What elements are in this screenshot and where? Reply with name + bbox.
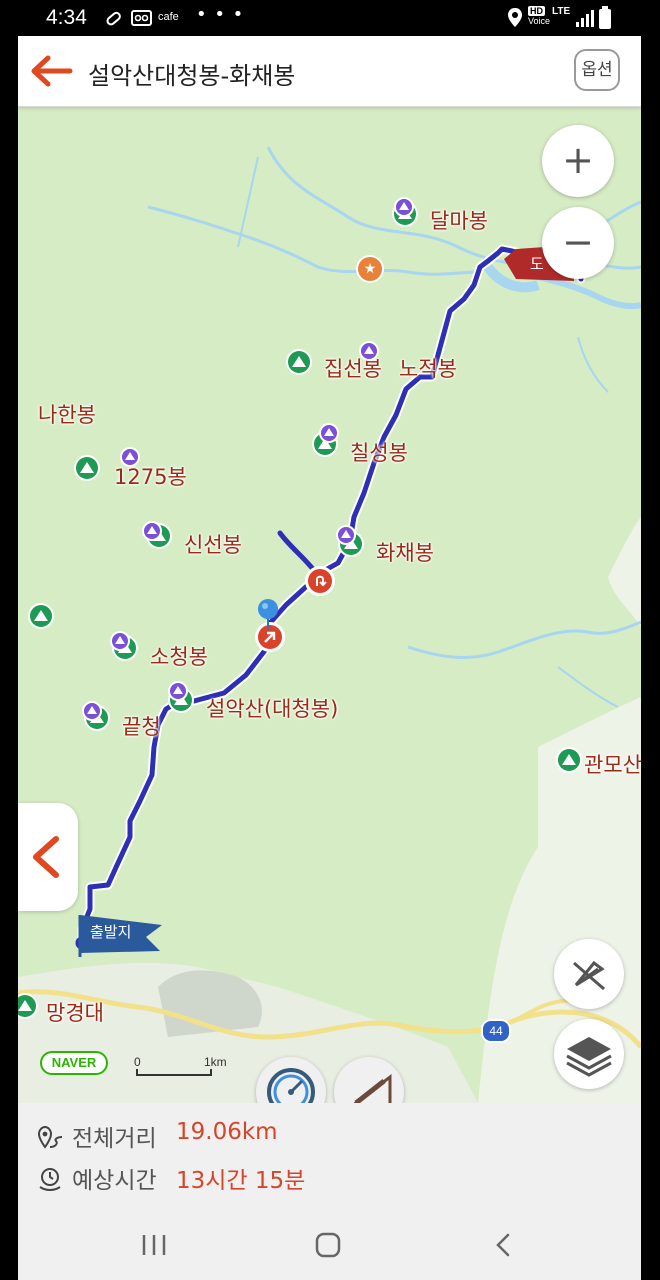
zoom-out-button[interactable]: − <box>542 207 614 279</box>
u-turn-icon <box>316 575 327 587</box>
start-flag-label: 출발지 <box>90 923 132 941</box>
peak-label[interactable]: 끝청 <box>122 711 161 741</box>
current-location-pin-icon[interactable] <box>256 597 280 631</box>
scale-end-label: 1km <box>204 1055 227 1069</box>
side-panel-toggle[interactable] <box>18 803 78 911</box>
system-back-button[interactable] <box>484 1229 524 1261</box>
pill-icon <box>106 11 121 26</box>
peak-label[interactable]: 망경대 <box>46 997 104 1027</box>
peak-marker-icon <box>361 343 377 359</box>
peak-icon[interactable] <box>558 749 580 771</box>
peak-label[interactable]: 노적봉 <box>399 353 457 383</box>
trail-map[interactable]: 달마봉 ★ 집선봉 노적봉 나한봉 칠성봉 1275봉 신선봉 화채봉 소청봉 … <box>18 107 641 1103</box>
route-summary-panel: 전체거리 19.06km 예상시간 13시간 15분 <box>18 1103 641 1209</box>
cafe-notification: cafe <box>158 11 179 23</box>
voicemail-icon <box>131 10 152 26</box>
scale-bar <box>136 1069 212 1076</box>
peak-label[interactable]: 소청봉 <box>150 641 208 671</box>
lte-label: LTE <box>552 6 571 17</box>
recent-apps-button[interactable] <box>134 1229 174 1261</box>
chevron-left-icon <box>33 836 59 878</box>
compass-off-icon <box>573 960 605 991</box>
app-header: 설악산대청봉-화채봉 옵션 <box>18 36 641 107</box>
signal-icon <box>576 10 594 27</box>
peak-label[interactable]: 칠성봉 <box>350 437 408 467</box>
landmark-star-icon[interactable]: ★ <box>358 257 382 281</box>
peak-marker-icon <box>84 703 100 719</box>
peak-icon[interactable] <box>288 351 310 373</box>
voice-label: Voice <box>528 16 551 26</box>
peak-marker-icon <box>144 523 160 539</box>
location-icon <box>508 8 522 27</box>
peak-label[interactable]: 관모산 <box>584 749 641 779</box>
hd-label: HD <box>528 6 545 16</box>
turn-waypoint-icon[interactable] <box>308 569 332 593</box>
peak-label[interactable]: 화채봉 <box>376 537 434 567</box>
peak-label[interactable]: 신선봉 <box>184 529 242 559</box>
peak-marker-icon <box>396 199 412 215</box>
peak-icon[interactable] <box>76 457 98 479</box>
page-title: 설악산대청봉-화채봉 <box>88 62 296 90</box>
arrow-left-icon <box>31 55 73 87</box>
time-value: 13시간 15분 <box>176 1168 306 1194</box>
peak-label[interactable]: 설악산(대청봉) <box>206 693 338 723</box>
road-number-badge: 44 <box>483 1021 509 1041</box>
speedometer-button[interactable] <box>256 1057 326 1103</box>
status-bar: 4:34 cafe • • • HD Voice LTE <box>0 0 660 36</box>
time-label: 예상시간 <box>72 1168 157 1194</box>
peak-marker-icon <box>112 633 128 649</box>
route-distance-icon <box>37 1125 63 1149</box>
app-frame: 설악산대청봉-화채봉 옵션 달마봉 ★ 집선봉 노적봉 나한봉 칠성봉 1275… <box>18 36 641 1280</box>
options-button[interactable]: 옵션 <box>574 49 620 91</box>
map-scale: 0 1km <box>134 1055 230 1076</box>
distance-value: 19.06km <box>176 1119 278 1145</box>
home-icon <box>315 1232 341 1258</box>
layers-icon <box>566 1037 612 1077</box>
zoom-in-button[interactable]: + <box>542 125 614 197</box>
peak-marker-icon <box>338 527 354 543</box>
back-button[interactable] <box>30 53 74 89</box>
more-notifications-icon: • • • <box>196 4 245 25</box>
peak-label[interactable]: 달마봉 <box>430 205 488 235</box>
elevation-profile-button[interactable] <box>334 1057 404 1103</box>
system-nav-bar <box>18 1209 641 1280</box>
map-layers-button[interactable] <box>554 1019 624 1089</box>
battery-icon <box>599 6 611 29</box>
status-time: 4:34 <box>46 6 87 29</box>
home-button[interactable] <box>308 1229 348 1261</box>
speedometer-icon <box>267 1068 315 1103</box>
back-icon <box>496 1233 510 1257</box>
recent-apps-icon <box>142 1235 166 1255</box>
estimated-time-icon <box>39 1168 61 1191</box>
scale-start-label: 0 <box>134 1055 141 1069</box>
hd-voice-icon: HD Voice <box>528 6 550 26</box>
peak-marker-icon <box>170 683 186 699</box>
peak-label[interactable]: 1275봉 <box>114 461 187 491</box>
peak-icon[interactable] <box>30 605 52 627</box>
distance-label: 전체거리 <box>72 1126 157 1152</box>
peak-label[interactable]: 나한봉 <box>38 399 96 429</box>
naver-logo: NAVER <box>40 1051 108 1075</box>
slope-icon <box>353 1073 392 1103</box>
compass-toggle-button[interactable] <box>554 939 624 1009</box>
peak-marker-icon <box>321 425 337 441</box>
end-flag-label: 도 <box>530 255 544 273</box>
